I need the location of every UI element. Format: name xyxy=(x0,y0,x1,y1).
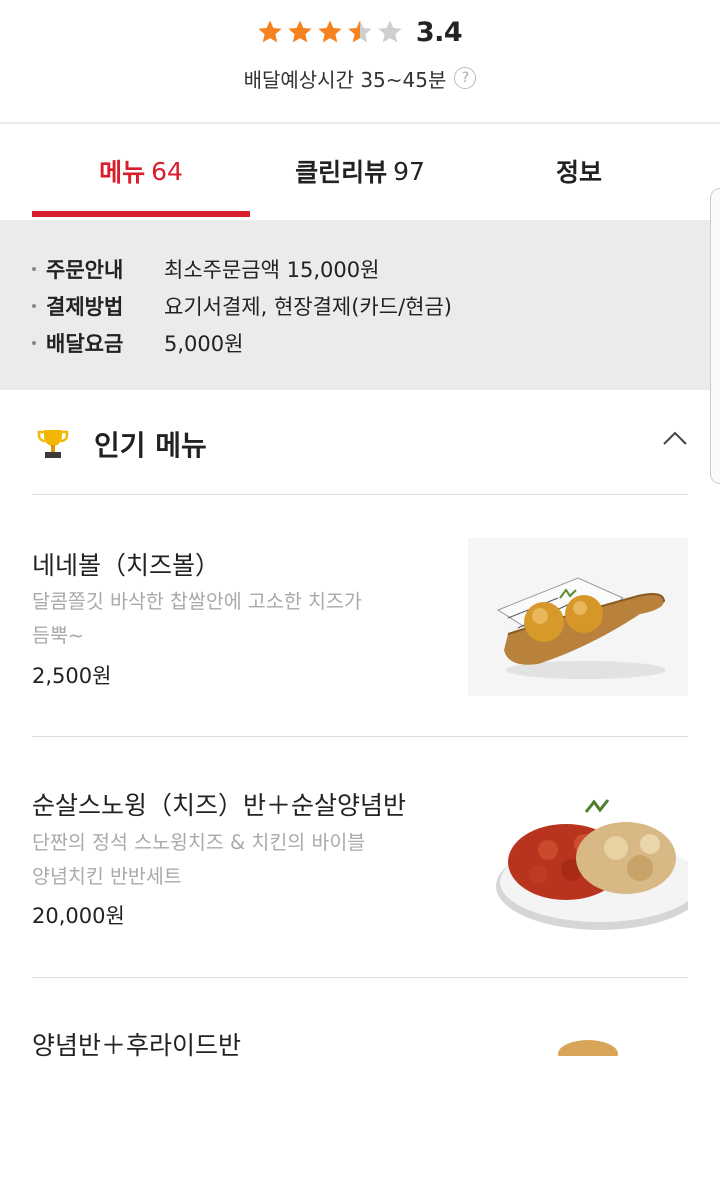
tab-bar: 메뉴 64 클린리뷰 97 정보 xyxy=(0,124,720,221)
star-half-icon xyxy=(348,20,372,43)
divider xyxy=(32,977,688,978)
info-label: 배달요금 xyxy=(46,332,124,356)
tab-count: 64 xyxy=(151,156,183,186)
item-image-cheese-ball xyxy=(468,538,688,696)
item-image-chicken xyxy=(468,1020,688,1178)
tab-info[interactable]: 정보 xyxy=(470,124,688,218)
rating-value: 3.4 xyxy=(415,16,463,48)
trophy-icon xyxy=(37,430,69,458)
star-full-icon xyxy=(258,20,282,43)
info-value: 요기서결제, 현장결제(카드/현금) xyxy=(164,295,452,319)
item-desc: 단짠의 정석 스노윙치즈 & 치킨의 바이블 양념치킨 반반세트 xyxy=(32,826,432,894)
item-desc-line: 양념치킨 반반세트 xyxy=(32,865,182,888)
item-desc-line: 듬뿍~ xyxy=(32,624,85,647)
item-desc-line: 단짠의 정석 스노윙치즈 & 치킨의 바이블 xyxy=(32,831,366,854)
bullet-icon xyxy=(32,341,36,345)
help-icon[interactable]: ? xyxy=(454,67,477,89)
info-row-order: 주문안내 최소주문금액 15,000원 xyxy=(32,252,379,286)
tab-menu[interactable]: 메뉴 64 xyxy=(32,124,250,218)
item-name: 네네볼（치즈볼） xyxy=(32,551,221,580)
item-price: 20,000원 xyxy=(32,904,125,928)
popular-menu-header[interactable]: 인기 메뉴 xyxy=(32,414,688,474)
order-info-box: 주문안내 최소주문금액 15,000원 결제방법 요기서결제, 현장결제(카드/… xyxy=(0,220,720,390)
bullet-icon xyxy=(32,267,36,271)
delivery-time-text: 배달예상시간 35~45분 xyxy=(243,67,447,92)
divider xyxy=(32,494,688,495)
item-name: 순살스노윙（치즈）반＋순살양념반 xyxy=(32,791,407,820)
info-value: 최소주문금액 15,000원 xyxy=(164,258,380,282)
tab-label: 클린리뷰 xyxy=(295,158,388,187)
divider xyxy=(32,736,688,737)
rating-row: 3.4 xyxy=(0,12,720,52)
info-label: 주문안내 xyxy=(46,258,124,282)
tab-clean-review[interactable]: 클린리뷰 97 xyxy=(250,124,470,218)
item-image-half-half-chicken xyxy=(468,778,688,936)
active-tab-indicator xyxy=(32,211,250,217)
star-rating xyxy=(256,18,406,46)
info-value: 5,000원 xyxy=(164,332,244,356)
tab-count: 97 xyxy=(393,156,425,186)
info-row-delivery-fee: 배달요금 5,000원 xyxy=(32,326,243,360)
tab-label: 메뉴 xyxy=(99,158,146,187)
item-name: 양념반＋후라이드반 xyxy=(32,1031,242,1060)
chevron-up-icon[interactable] xyxy=(662,430,688,446)
item-price: 2,500원 xyxy=(32,664,112,688)
star-full-icon xyxy=(318,20,342,43)
item-desc: 달콤쫄깃 바삭한 찹쌀안에 고소한 치즈가 듬뿍~ xyxy=(32,585,432,653)
info-label: 결제방법 xyxy=(46,295,124,319)
section-title: 인기 메뉴 xyxy=(94,429,207,462)
scroll-handle[interactable] xyxy=(710,188,720,484)
item-desc-line: 달콤쫄깃 바삭한 찹쌀안에 고소한 치즈가 xyxy=(32,590,362,613)
star-empty-icon xyxy=(378,20,402,43)
bullet-icon xyxy=(32,304,36,308)
tab-label: 정보 xyxy=(555,158,602,187)
info-row-payment: 결제방법 요기서결제, 현장결제(카드/현금) xyxy=(32,289,452,323)
delivery-time: 배달예상시간 35~45분 ? xyxy=(0,62,720,94)
star-full-icon xyxy=(288,20,312,43)
